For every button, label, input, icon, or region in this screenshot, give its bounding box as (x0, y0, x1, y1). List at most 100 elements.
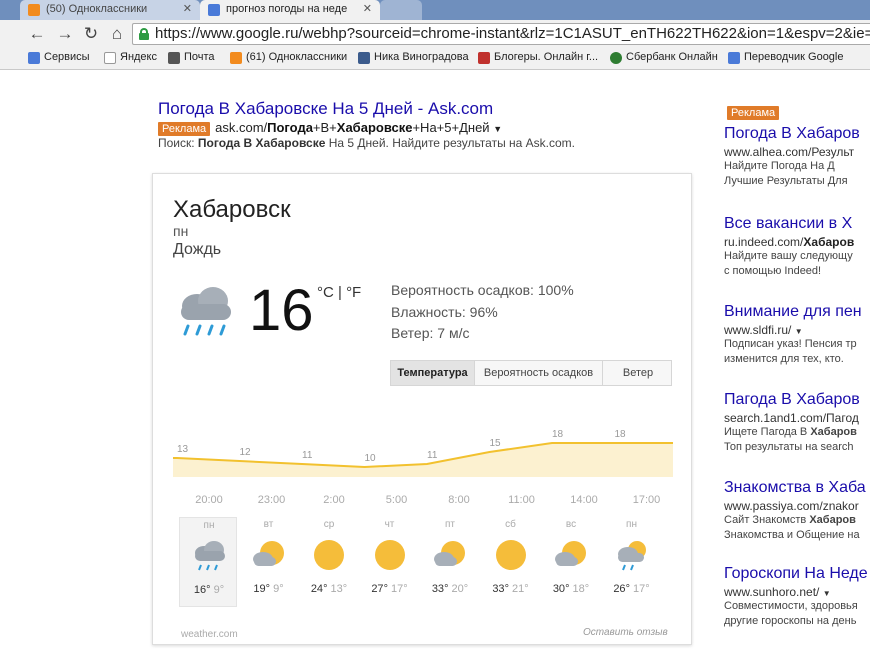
right-ad-title[interactable]: Все вакансии в Х (724, 215, 870, 233)
current-temperature: 16 (249, 278, 314, 343)
forecast-low: 20 (451, 583, 464, 595)
right-ad-title[interactable]: Пагода В Хабаров (724, 391, 870, 409)
forecast-day-name: вт (263, 519, 274, 530)
precip-stat: Вероятность осадков: 100% (391, 282, 574, 298)
right-ad-title[interactable]: Погода В Хабаров (724, 125, 870, 143)
new-tab-button[interactable] (380, 0, 422, 20)
forecast-low: 17 (391, 583, 404, 595)
sberbank-icon (610, 52, 622, 64)
feedback-link[interactable]: Оставить отзыв (583, 627, 668, 638)
google-icon (208, 4, 220, 16)
bookmark-nika[interactable]: Ника Виноградова (358, 51, 469, 64)
forecast-high: 27 (371, 583, 384, 595)
zn-icon (478, 52, 490, 64)
bookmark-odnoklassniki[interactable]: (61) Одноклассники (230, 51, 347, 64)
tab-odnoklassniki[interactable]: (50) Одноклассники ✕ (20, 0, 200, 20)
browser-toolbar: ← → ↻ ⌂ https://www.google.ru/webhp?sour… (0, 20, 870, 48)
time-tick-label: 14:00 (570, 494, 598, 506)
forecast-day-name: чт (384, 519, 395, 530)
tab-precipitation[interactable]: Вероятность осадков (475, 361, 603, 385)
bookmark-sberbank[interactable]: Сбербанк Онлайн (610, 51, 718, 64)
partly-cloudy-icon (555, 541, 586, 566)
right-ad-title[interactable]: Гороскопи На Неде (724, 565, 870, 583)
forecast-day[interactable]: сб 33° 21° (482, 517, 540, 607)
sun-icon (495, 540, 526, 570)
temperature-data-label: 11 (302, 450, 313, 461)
right-ad-1: Погода В Хабаров www.alhea.com/Результ Н… (724, 125, 870, 189)
forecast-temps: 33° 20° (431, 583, 469, 595)
tab-weather-search[interactable]: прогноз погоды на неде ✕ (200, 0, 380, 20)
bookmark-yandex[interactable]: Яндекс (104, 51, 157, 64)
partly-cloudy-rain-icon (617, 541, 646, 571)
weather-city: Хабаровск (173, 196, 291, 223)
forecast-high: 33 (492, 583, 505, 595)
time-tick-label: 20:00 (195, 494, 223, 506)
chevron-down-icon[interactable]: ▼ (493, 124, 502, 134)
temperature-chart: 13 20:00 12 23:00 11 2:00 10 5:00 11 8:00 15 11:00 1… (173, 429, 673, 506)
forecast-low: 21 (512, 583, 525, 595)
ad-url-line: Реклама ask.com/Погода+В+Хабаровске+На+5+… (158, 120, 502, 136)
forecast-day-name: ср (323, 519, 335, 530)
address-bar[interactable]: https://www.google.ru/webhp?sourceid=chr… (132, 23, 870, 45)
right-ad-title[interactable]: Внимание для пен (724, 303, 870, 321)
forecast-day-name: пн (203, 520, 215, 531)
forecast-temps: 19° 9° (253, 583, 284, 595)
right-ad-4: Пагода В Хабаров search.1and1.com/Пагод … (724, 391, 870, 455)
right-ad-title[interactable]: Знакомства в Хаба (724, 479, 870, 497)
forecast-temps: 24° 13° (310, 583, 348, 595)
weather-condition: Дождь (173, 241, 222, 258)
forecast-high: 24 (310, 583, 324, 595)
right-ad-url: www.sldfi.ru/ ▼ (724, 323, 803, 337)
apps-icon (28, 52, 40, 64)
ad-url[interactable]: ask.com/Погода+В+Хабаровске+На+5+Дней (215, 120, 489, 135)
tab-title: прогноз погоды на неде (226, 3, 348, 15)
temperature-data-label: 15 (490, 438, 502, 449)
bookmark-translate[interactable]: Переводчик Google (728, 51, 844, 64)
forecast-day[interactable]: пн 16° 9° (179, 517, 237, 607)
right-ad-url: www.sunhoro.net/ ▼ (724, 585, 831, 599)
right-ad-url: www.alhea.com/Результ (724, 145, 855, 159)
tab-temperature[interactable]: Температура (391, 361, 475, 385)
forecast-low: 13 (330, 583, 343, 595)
odnoklassniki-icon (28, 4, 40, 16)
forecast-day[interactable]: пн 26° 17° (603, 517, 661, 607)
close-icon[interactable]: ✕ (363, 0, 372, 18)
bookmarks-bar: Сервисы Яндекс Почта (61) Одноклассники … (0, 48, 870, 70)
rain-cloud-icon (181, 287, 231, 336)
time-tick-label: 5:00 (386, 494, 407, 506)
forecast-high: 16 (193, 584, 207, 596)
unit-toggle[interactable]: °C | °F (317, 284, 361, 301)
temperature-data-label: 12 (240, 447, 252, 458)
right-ad-2: Все вакансии в Х ru.indeed.com/Хабаров Н… (724, 215, 870, 279)
partly-cloudy-icon (252, 541, 284, 566)
bookmark-bloggers[interactable]: Блогеры. Онлайн г... (478, 51, 598, 64)
close-icon[interactable]: ✕ (183, 0, 192, 18)
forecast-temps: 33° 21° (492, 583, 529, 595)
reload-icon[interactable]: ↻ (80, 23, 102, 45)
forecast-day[interactable]: пт 33° 20° (421, 517, 479, 607)
forecast-temps: 30° 18° (552, 583, 590, 595)
forecast-day[interactable]: чт 27° 17° (361, 517, 419, 607)
forecast-day[interactable]: вт 19° 9° (240, 517, 298, 607)
ad-title-link[interactable]: Погода В Хабаровске На 5 Дней - Ask.com (158, 99, 493, 119)
bookmark-mail[interactable]: Почта (168, 51, 215, 64)
home-icon[interactable]: ⌂ (106, 23, 128, 45)
chevron-down-icon: ▼ (794, 327, 803, 336)
weather-tabs: Температура Вероятность осадков Ветер (390, 360, 672, 386)
weather-source[interactable]: weather.com (181, 629, 238, 640)
back-icon[interactable]: ← (26, 23, 48, 45)
mail-icon (168, 52, 180, 64)
search-results-page: Погода В Хабаровске На 5 Дней - Ask.com … (0, 71, 870, 653)
forecast-day[interactable]: вс 30° 18° (542, 517, 600, 607)
bookmark-services[interactable]: Сервисы (28, 51, 90, 64)
forecast-high: 33 (431, 583, 445, 595)
ad-badge: Реклама (158, 122, 211, 136)
forecast-low: 17 (633, 583, 646, 595)
forecast-day[interactable]: ср 24° 13° (300, 517, 358, 607)
chevron-down-icon: ▼ (822, 589, 831, 598)
forward-icon[interactable]: → (54, 23, 76, 45)
tab-wind[interactable]: Ветер (603, 361, 673, 385)
sun-icon (374, 540, 405, 570)
sun-icon (314, 540, 344, 570)
lock-icon (139, 28, 149, 40)
